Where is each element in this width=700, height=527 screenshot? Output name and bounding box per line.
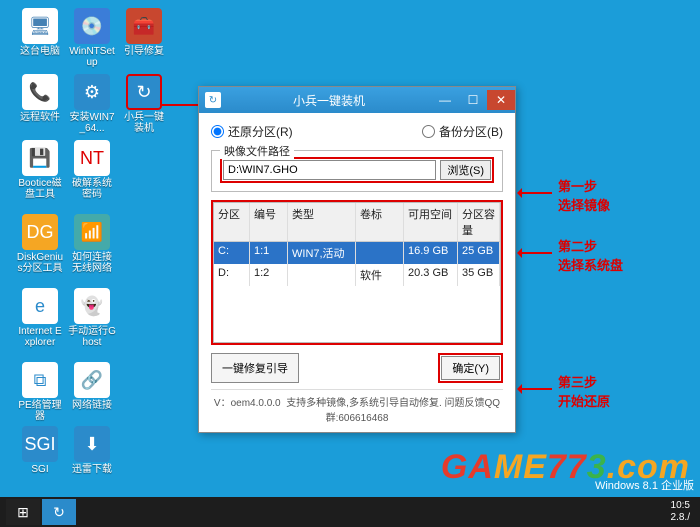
desktop-icon[interactable]: 📞 远程软件 xyxy=(16,74,64,123)
desktop-icon[interactable]: 💾Bootice磁盘工具 xyxy=(16,140,64,200)
col-index: 编号 xyxy=(250,203,288,241)
app-icon: ⚙ xyxy=(74,74,110,110)
app-icon: 📶 xyxy=(74,214,110,250)
image-path-input[interactable] xyxy=(223,160,436,180)
col-partition: 分区 xyxy=(214,203,250,241)
icon-label: PE络管理器 xyxy=(16,400,64,422)
app-icon: 💿 xyxy=(74,8,110,44)
icon-label: 小兵一键装机 xyxy=(120,112,168,134)
restore-radio[interactable]: 还原分区(R) xyxy=(211,123,293,140)
icon-label: 如何连接无线网络 xyxy=(68,252,116,274)
col-free: 可用空间 xyxy=(404,203,458,241)
dialog-title: 小兵一键装机 xyxy=(227,92,431,109)
desktop-icon[interactable]: 🧰 引导修复 xyxy=(120,8,168,57)
app-icon: 🔗 xyxy=(74,362,110,398)
app-icon: 💾 xyxy=(22,140,58,176)
partition-table: 分区 编号 类型 卷标 可用空间 分区容量 C:1:1WIN7,活动16.9 G… xyxy=(213,202,501,343)
app-icon: e xyxy=(22,288,58,324)
annotation-step1: 第一步选择镜像 xyxy=(558,176,610,214)
titlebar[interactable]: ↻ 小兵一键装机 — ☐ ✕ xyxy=(199,87,515,113)
icon-label: 网络链接 xyxy=(68,400,116,411)
icon-label: 破解系统密码 xyxy=(68,178,116,200)
app-icon: 👻 xyxy=(74,288,110,324)
desktop-icon[interactable]: ⚙安装WIN7_64... xyxy=(68,74,116,134)
desktop-icon[interactable]: NT破解系统密码 xyxy=(68,140,116,200)
installer-dialog: ↻ 小兵一键装机 — ☐ ✕ 还原分区(R) 备份分区(B) 映像文件路径 浏览… xyxy=(198,86,516,433)
icon-label: DiskGenius分区工具 xyxy=(16,252,64,274)
taskbar-app[interactable]: ↻ xyxy=(42,499,76,525)
desktop-icon[interactable]: ⬇ 迅雷下载 xyxy=(68,426,116,475)
watermark: GAME773.com xyxy=(441,448,690,487)
arrow-step2 xyxy=(520,252,552,254)
app-icon: ↻ xyxy=(126,74,162,110)
desktop-icon[interactable]: 💿WinNTSetup xyxy=(68,8,116,68)
desktop-icon[interactable]: DGDiskGenius分区工具 xyxy=(16,214,64,274)
icon-label: 这台电脑 xyxy=(16,46,64,57)
icon-label: SGI xyxy=(16,464,64,475)
start-button[interactable]: ⊞ xyxy=(6,499,40,525)
table-row[interactable]: C:1:1WIN7,活动16.9 GB25 GB xyxy=(214,242,500,264)
table-row[interactable]: D:1:2软件20.3 GB35 GB xyxy=(214,264,500,286)
image-path-group: 映像文件路径 浏览(S) xyxy=(211,150,503,192)
desktop-icon[interactable]: ⧉PE络管理器 xyxy=(16,362,64,422)
icon-label: WinNTSetup xyxy=(68,46,116,68)
repair-boot-button[interactable]: 一键修复引导 xyxy=(211,353,299,383)
arrow-step3 xyxy=(520,388,552,390)
taskbar: ⊞ ↻ 10:52.8./ xyxy=(0,497,700,527)
app-icon: SGI xyxy=(22,426,58,462)
system-tray[interactable]: 10:52.8./ xyxy=(671,500,694,524)
desktop-icon[interactable]: 👻手动运行Ghost xyxy=(68,288,116,348)
app-icon: 🧰 xyxy=(126,8,162,44)
icon-label: Internet Explorer xyxy=(16,326,64,348)
icon-label: 安装WIN7_64... xyxy=(68,112,116,134)
close-button[interactable]: ✕ xyxy=(487,90,515,110)
arrow-step1 xyxy=(520,192,552,194)
desktop-icon[interactable]: 📶如何连接无线网络 xyxy=(68,214,116,274)
desktop-icon[interactable]: SGI SGI xyxy=(16,426,64,475)
desktop-icon[interactable]: eInternet Explorer xyxy=(16,288,64,348)
footer: V：oem4.0.0.0 支持多种镜像,多系统引导自动修复. 问题反馈QQ群:6… xyxy=(211,389,503,424)
minimize-button[interactable]: — xyxy=(431,90,459,110)
group-title: 映像文件路径 xyxy=(220,143,294,159)
icon-label: 远程软件 xyxy=(16,112,64,123)
app-icon: 📞 xyxy=(22,74,58,110)
app-icon: 🖥 xyxy=(22,8,58,44)
icon-label: 手动运行Ghost xyxy=(68,326,116,348)
desktop-icon[interactable]: 🖥 这台电脑 xyxy=(16,8,64,57)
annotation-step3: 第三步开始还原 xyxy=(558,372,610,410)
col-size: 分区容量 xyxy=(458,203,500,241)
annotation-step2: 第二步选择系统盘 xyxy=(558,236,623,274)
app-icon: DG xyxy=(22,214,58,250)
icon-label: Bootice磁盘工具 xyxy=(16,178,64,200)
app-icon: ⬇ xyxy=(74,426,110,462)
icon-label: 迅雷下载 xyxy=(68,464,116,475)
browse-button[interactable]: 浏览(S) xyxy=(440,160,491,180)
desktop-icon[interactable]: 🔗 网络链接 xyxy=(68,362,116,411)
arrow-icon-to-dialog xyxy=(160,104,200,106)
col-type: 类型 xyxy=(288,203,356,241)
backup-radio[interactable]: 备份分区(B) xyxy=(422,123,503,140)
ok-button[interactable]: 确定(Y) xyxy=(441,356,500,380)
col-label: 卷标 xyxy=(356,203,404,241)
icon-label: 引导修复 xyxy=(120,46,168,57)
app-icon: NT xyxy=(74,140,110,176)
maximize-button[interactable]: ☐ xyxy=(459,90,487,110)
app-icon: ⧉ xyxy=(22,362,58,398)
app-icon: ↻ xyxy=(205,92,221,108)
